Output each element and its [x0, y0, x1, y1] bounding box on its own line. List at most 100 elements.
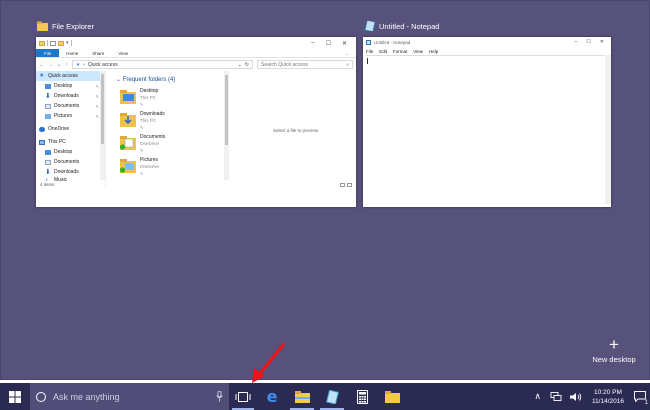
large-icons-view-icon[interactable]	[347, 182, 352, 187]
nav-item-pictures[interactable]: Pictures ✎	[36, 111, 105, 121]
network-icon[interactable]	[550, 391, 562, 402]
address-dropdown-icon[interactable]: ⌄	[238, 62, 242, 68]
edge-icon: e	[266, 387, 278, 406]
details-view-icon[interactable]	[340, 182, 345, 187]
new-desktop-button[interactable]: + New desktop	[587, 336, 641, 364]
search-placeholder: Ask me anything	[53, 391, 120, 402]
pictures-folder-icon	[120, 159, 136, 173]
menu-view[interactable]: View	[413, 49, 423, 54]
pictures-icon	[45, 113, 51, 119]
folder-name: Downloads	[140, 111, 165, 117]
cortana-search-box[interactable]: Ask me anything	[30, 383, 229, 410]
notepad-title-text: Untitled - Notepad	[379, 21, 440, 31]
item-count: 4 items	[40, 182, 55, 187]
tab-share[interactable]: Share	[85, 49, 111, 57]
clock[interactable]: 10:20 PM 11/14/2016	[586, 388, 630, 406]
downloads-icon: ⬇	[45, 168, 51, 176]
action-center-button[interactable]: 1	[630, 383, 650, 410]
edge-button[interactable]: e	[257, 383, 287, 410]
menu-file[interactable]: File	[366, 49, 373, 54]
close-icon[interactable]: ✕	[342, 40, 347, 47]
status-bar: 4 items	[36, 180, 356, 189]
tab-file[interactable]: File	[36, 49, 60, 57]
documents-icon	[45, 103, 51, 109]
content-pane: ⌄ Frequent folders (4) Desktop This PC ✎…	[106, 71, 356, 189]
notepad-scrollbar[interactable]	[605, 55, 611, 204]
explorer-title-text: File Explorer	[52, 21, 95, 31]
notepad-button[interactable]	[317, 383, 347, 410]
properties-icon[interactable]	[50, 40, 56, 46]
folder-icon	[37, 21, 48, 31]
nav-label: This PC	[48, 139, 66, 145]
notepad-window-title[interactable]: Untitled - Notepad	[364, 21, 439, 31]
pin-icon: ✎	[140, 125, 144, 130]
system-tray: ∧ 10:20 PM 11/14/2016 1	[529, 383, 650, 410]
nav-item-this-pc[interactable]: This PC	[36, 137, 105, 147]
calculator-button[interactable]	[347, 383, 377, 410]
content-scrollbar[interactable]	[224, 71, 229, 180]
address-separator-icon: ›	[83, 61, 85, 68]
nav-item-documents[interactable]: Documents ✎	[36, 101, 105, 111]
folder-icon	[39, 40, 45, 46]
nav-item-desktop[interactable]: Desktop ✎	[36, 81, 105, 91]
content-scrollbar-thumb[interactable]	[225, 75, 228, 145]
file-explorer-button[interactable]	[287, 383, 317, 410]
nav-label: Downloads	[54, 93, 79, 99]
tab-home[interactable]: Home	[59, 49, 85, 57]
nav-item-documents-pc[interactable]: Documents	[36, 157, 105, 167]
menu-edit[interactable]: Edit	[379, 49, 387, 54]
chevron-down-icon[interactable]: ▾	[66, 40, 69, 46]
maximize-icon[interactable]: ☐	[586, 39, 590, 45]
nav-item-downloads-pc[interactable]: ⬇ Downloads	[36, 167, 105, 177]
task-view-icon	[235, 391, 251, 402]
nav-item-downloads[interactable]: ⬇ Downloads ✎	[36, 91, 105, 101]
pin-icon: ✎	[140, 148, 144, 153]
recent-locations-icon[interactable]: ⌄	[57, 62, 61, 68]
volume-icon[interactable]	[569, 392, 582, 402]
back-icon[interactable]: ←	[39, 62, 44, 68]
task-view-button[interactable]	[229, 383, 257, 410]
frequent-folders-header[interactable]: ⌄ Frequent folders (4)	[116, 76, 175, 83]
nav-label: Desktop	[54, 149, 73, 155]
microphone-icon[interactable]	[216, 391, 223, 402]
pin-icon: ✎	[95, 113, 99, 119]
notepad-text-area[interactable]	[365, 55, 604, 204]
windows-logo-icon	[9, 390, 21, 403]
minimize-icon[interactable]: –	[311, 40, 314, 47]
nav-scrollbar-thumb[interactable]	[101, 74, 104, 144]
explorer-titlebar: ▾ – ☐ ✕	[36, 37, 356, 49]
menu-help[interactable]: Help	[429, 49, 438, 54]
up-icon[interactable]: ↑	[65, 62, 68, 68]
notepad-window-thumbnail[interactable]: Untitled - Notepad – ☐ ✕ File Edit Forma…	[363, 37, 611, 207]
explorer-window-title[interactable]: File Explorer	[37, 21, 94, 31]
maximize-icon[interactable]: ☐	[326, 40, 331, 47]
annotation-arrow-icon	[252, 343, 285, 383]
new-folder-icon[interactable]	[58, 40, 64, 46]
search-placeholder: Search Quick access	[261, 61, 308, 68]
nav-item-quick-access[interactable]: ★ Quick access	[36, 71, 105, 81]
nav-scrollbar[interactable]	[100, 71, 105, 180]
address-bar[interactable]: ★ › Quick access ⌄ ↻	[71, 60, 253, 69]
tab-view[interactable]: View	[111, 49, 135, 57]
start-button[interactable]	[0, 383, 30, 410]
nav-item-onedrive[interactable]: OneDrive	[36, 124, 105, 134]
folder-name: Pictures	[140, 157, 159, 163]
expand-ribbon-icon[interactable]: ⌄	[338, 49, 356, 57]
explorer-window-thumbnail[interactable]: ▾ – ☐ ✕ File Home Share View ⌄ ← → ⌄ ↑ ★…	[36, 37, 356, 207]
new-desktop-label: New desktop	[592, 355, 636, 364]
minimize-icon[interactable]: –	[575, 39, 578, 45]
clock-time: 10:20 PM	[594, 388, 622, 396]
forward-icon[interactable]: →	[48, 62, 53, 68]
nav-item-desktop-pc[interactable]: Desktop	[36, 147, 105, 157]
show-hidden-icons-icon[interactable]: ∧	[529, 391, 546, 402]
file-explorer-button-2[interactable]	[377, 383, 407, 410]
close-icon[interactable]: ✕	[600, 39, 604, 45]
refresh-icon[interactable]: ↻	[245, 62, 249, 68]
folder-location: This PC	[140, 118, 157, 123]
notepad-icon	[364, 21, 375, 31]
preview-message: Select a file to preview.	[272, 127, 320, 133]
menu-format[interactable]: Format	[393, 49, 407, 54]
notepad-titlebar: Untitled - Notepad – ☐ ✕	[363, 37, 611, 47]
search-box[interactable]: Search Quick access ⌕	[257, 60, 353, 69]
notepad-icon	[366, 39, 371, 45]
